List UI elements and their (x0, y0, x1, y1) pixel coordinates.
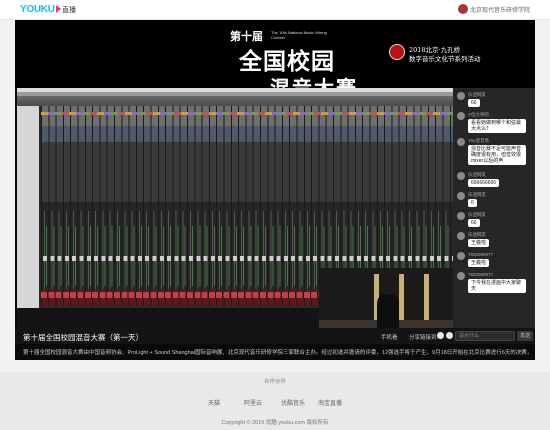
banner-title-2: 混音大赛 (270, 72, 358, 88)
avatar (457, 138, 465, 146)
chat-username: 乐迷网友 (468, 172, 486, 177)
avatar (457, 192, 465, 200)
org-seal-icon (389, 44, 405, 60)
stream-title: 第十届全国校园混音大赛（第一天） (23, 333, 143, 342)
partner-youku-music[interactable]: 优酷音乐 (281, 398, 305, 407)
logo-text: YOUKU (20, 4, 55, 15)
chat-text: 王羲啦 (468, 239, 490, 247)
chat-username: V位大神的 (468, 112, 490, 117)
banner-title: 全国校园 (239, 48, 335, 74)
avatar (457, 252, 465, 260)
play-triangle-icon (55, 5, 61, 13)
top-bar: YOUKU 直播 北京现代音乐研修学院 (0, 0, 550, 20)
chat-username: 乐迷网友 (468, 212, 486, 217)
partner-aliyun[interactable]: 阿里云 (244, 398, 262, 407)
daw-track-list (17, 106, 39, 308)
live-stage: 第十届 The 10th National Music Mixing Conte… (15, 20, 535, 360)
chat-text: 66 (468, 99, 480, 107)
stream-description: 第十届全国校园混音大赛由中国音频协会、ProLight + Sound Shan… (23, 350, 529, 356)
channel-label[interactable]: 直播 (62, 5, 76, 15)
youku-logo[interactable]: YOUKU (20, 4, 61, 15)
event-banner: 第十届 The 10th National Music Mixing Conte… (15, 20, 535, 88)
camera-inset (319, 268, 453, 328)
share-wechat-icon[interactable] (446, 332, 453, 339)
chat-text: 下今我在漫画中大家聊天 (468, 279, 526, 293)
banner-org-line2: 数字音乐文化节系列活动 (409, 55, 481, 63)
partners-heading: 合作伙伴 (263, 379, 286, 385)
chat-username: 乐迷网友 (468, 192, 486, 197)
stream-info-bar: 第十届全国校园混音大赛（第一天） 手机看 分享链接到： 说点什么 发送 (15, 328, 535, 344)
engineer-figure (377, 294, 399, 328)
chat-text: 看看她做到哪个和弦最大点么？ (468, 119, 526, 133)
chat-text: 6 (468, 199, 477, 207)
chat-panel[interactable]: 乐迷网友 66 V位大神的看看她做到哪个和弦最大点么？ Yep混音系混音比赛不足可… (453, 88, 535, 328)
share-weibo-icon[interactable] (437, 332, 444, 339)
chat-username: Yep混音系 (468, 138, 490, 143)
avatar (457, 272, 465, 280)
chat-username: 7820080977 (468, 272, 494, 277)
chat-input[interactable]: 说点什么 (455, 331, 515, 341)
org-name[interactable]: 北京现代音乐研修学院 (470, 5, 530, 14)
partner-tmall[interactable]: 天猫 (208, 398, 220, 407)
avatar (457, 212, 465, 220)
avatar (457, 92, 465, 100)
chat-text: 王羲啦 (468, 259, 490, 267)
send-button[interactable]: 发送 (517, 331, 533, 341)
chat-text: 666666666 (468, 179, 500, 187)
school-badge-icon (458, 4, 468, 14)
studio-panel (424, 274, 429, 326)
chat-username: 7820080977 (468, 252, 494, 257)
fader-caps (41, 256, 453, 261)
watch-on-phone-button[interactable]: 手机看 (381, 333, 398, 341)
track-color-bar (41, 112, 453, 115)
video-player[interactable] (17, 88, 453, 328)
avatar (457, 172, 465, 180)
daw-toolbar (17, 96, 453, 106)
footer: 合作伙伴 天猫 阿里云 优酷音乐 淘宝直播 Copyright © 2019 优… (0, 372, 550, 430)
chat-text: 混音比赛不足可能声音确度很有用，但音效很mixer以后的声 (468, 145, 526, 165)
studio-panel (399, 274, 404, 326)
partner-taobao-live[interactable]: 淘宝直播 (318, 398, 342, 407)
copyright: Copyright © 2019 优酷 youku.com 版权所有 (221, 420, 329, 426)
banner-english: The 10th National Music Mixing Contest (271, 30, 327, 40)
chat-username: 乐迷网友 (468, 232, 486, 237)
avatar (457, 112, 465, 120)
chat-text: 66 (468, 219, 480, 227)
avatar (457, 232, 465, 240)
chat-username: 乐迷网友 (468, 92, 486, 97)
